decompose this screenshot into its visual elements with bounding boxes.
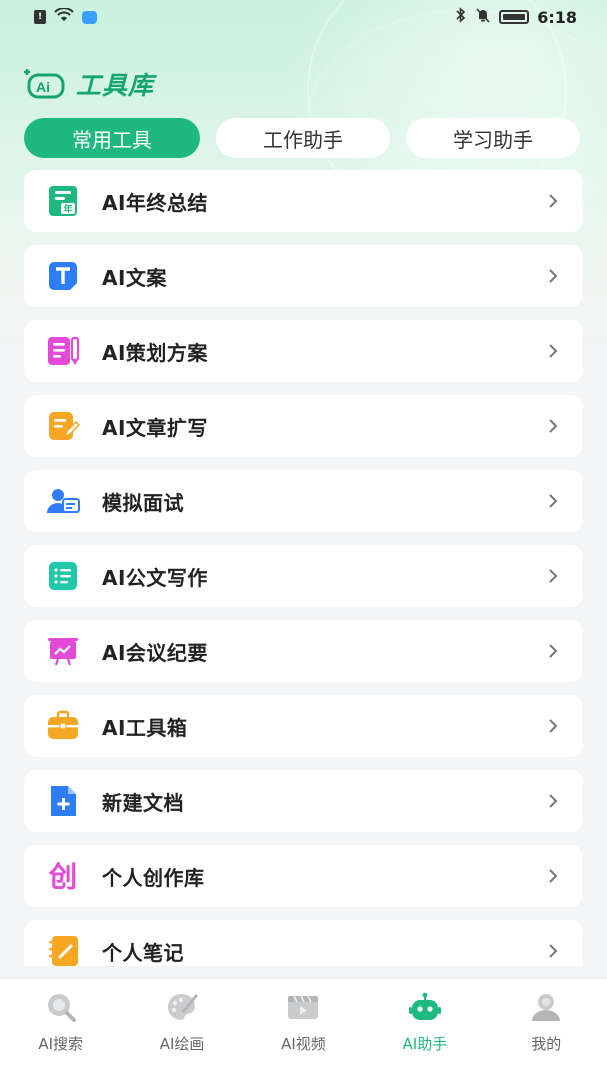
status-time: 6:18 xyxy=(537,7,577,27)
chevron-right-icon xyxy=(549,269,558,283)
tool-label: 新建文档 xyxy=(102,790,184,815)
status-bar: ! 6:18 xyxy=(0,0,607,34)
nav-ai-assistant[interactable]: AI助手 xyxy=(370,991,480,1054)
tool-label: AI工具箱 xyxy=(102,715,188,740)
mute-icon xyxy=(475,7,491,27)
creation-icon: 创 xyxy=(44,857,82,895)
wifi-icon xyxy=(54,7,74,26)
robot-icon xyxy=(407,991,443,1023)
interview-icon xyxy=(44,482,82,520)
tool-label: AI公文写作 xyxy=(102,565,208,590)
tool-label: 模拟面试 xyxy=(102,490,184,515)
chevron-right-icon xyxy=(549,494,558,508)
page-title: 工具库 xyxy=(76,71,155,100)
tool-label: AI会议纪要 xyxy=(102,640,208,665)
chevron-right-icon xyxy=(549,194,558,208)
chevron-right-icon xyxy=(549,794,558,808)
chat-icon xyxy=(82,10,97,24)
plan-pencil-icon xyxy=(44,332,82,370)
chevron-right-icon xyxy=(549,344,558,358)
tab-study-assistant[interactable]: 学习助手 xyxy=(406,118,580,158)
nav-ai-video[interactable]: AI视频 xyxy=(248,991,358,1054)
tab-work-assistant[interactable]: 工作助手 xyxy=(216,118,390,158)
nav-ai-search[interactable]: AI搜索 xyxy=(6,991,116,1054)
nav-profile[interactable]: 我的 xyxy=(491,991,601,1054)
nav-label: 我的 xyxy=(531,1035,562,1053)
ai-logo-icon: Ai xyxy=(24,67,68,101)
tool-item-new-document[interactable]: 新建文档 xyxy=(24,770,583,832)
svg-text:Ai: Ai xyxy=(36,79,50,95)
svg-text:创: 创 xyxy=(48,860,78,893)
palette-icon xyxy=(164,991,200,1023)
tool-item-copywriting[interactable]: AI文案 xyxy=(24,245,583,307)
tab-common-tools[interactable]: 常用工具 xyxy=(24,118,200,158)
new-doc-icon xyxy=(44,782,82,820)
svg-text:年: 年 xyxy=(63,203,72,215)
nav-label: AI绘画 xyxy=(159,1035,205,1053)
tool-label: 个人笔记 xyxy=(102,940,184,965)
tool-item-creation-library[interactable]: 创 个人创作库 xyxy=(24,845,583,907)
sim-icon: ! xyxy=(34,10,46,24)
notebook-icon xyxy=(44,932,82,966)
tool-item-article-expand[interactable]: AI文章扩写 xyxy=(24,395,583,457)
video-icon xyxy=(285,991,321,1023)
toolbox-icon xyxy=(44,707,82,745)
tool-label: AI文章扩写 xyxy=(102,415,208,440)
category-tabs: 常用工具 工作助手 学习助手 xyxy=(24,118,584,158)
profile-icon xyxy=(528,991,564,1023)
chevron-right-icon xyxy=(549,644,558,658)
year-summary-icon: 年 xyxy=(44,182,82,220)
tool-item-year-summary[interactable]: 年 AI年终总结 xyxy=(24,170,583,232)
chevron-right-icon xyxy=(549,419,558,433)
tool-label: AI策划方案 xyxy=(102,340,208,365)
document-list-icon xyxy=(44,557,82,595)
nav-ai-painting[interactable]: AI绘画 xyxy=(127,991,237,1054)
text-t-icon xyxy=(44,257,82,295)
tool-label: 个人创作库 xyxy=(102,865,205,890)
article-edit-icon xyxy=(44,407,82,445)
search-icon xyxy=(43,991,79,1023)
meeting-board-icon xyxy=(44,632,82,670)
tool-list: 年 AI年终总结 AI文案 AI策划方案 AI文章扩写 模拟面试 AI公文写作 … xyxy=(24,170,583,966)
page-header: Ai 工具库 xyxy=(24,62,154,106)
tool-item-mock-interview[interactable]: 模拟面试 xyxy=(24,470,583,532)
chevron-right-icon xyxy=(549,944,558,958)
nav-label: AI搜索 xyxy=(38,1035,84,1053)
chevron-right-icon xyxy=(549,719,558,733)
bluetooth-icon xyxy=(455,7,467,27)
tool-label: AI年终总结 xyxy=(102,190,208,215)
tool-item-meeting-minutes[interactable]: AI会议纪要 xyxy=(24,620,583,682)
tool-item-toolbox[interactable]: AI工具箱 xyxy=(24,695,583,757)
tool-item-notes[interactable]: 个人笔记 xyxy=(24,920,583,966)
chevron-right-icon xyxy=(549,869,558,883)
battery-icon xyxy=(499,10,530,24)
tool-item-planning[interactable]: AI策划方案 xyxy=(24,320,583,382)
nav-label: AI助手 xyxy=(402,1035,448,1053)
chevron-right-icon xyxy=(549,569,558,583)
tool-item-official-writing[interactable]: AI公文写作 xyxy=(24,545,583,607)
nav-label: AI视频 xyxy=(281,1035,326,1053)
tool-label: AI文案 xyxy=(102,265,167,290)
bottom-nav: AI搜索 AI绘画 AI视频 AI助手 我的 xyxy=(0,978,607,1080)
